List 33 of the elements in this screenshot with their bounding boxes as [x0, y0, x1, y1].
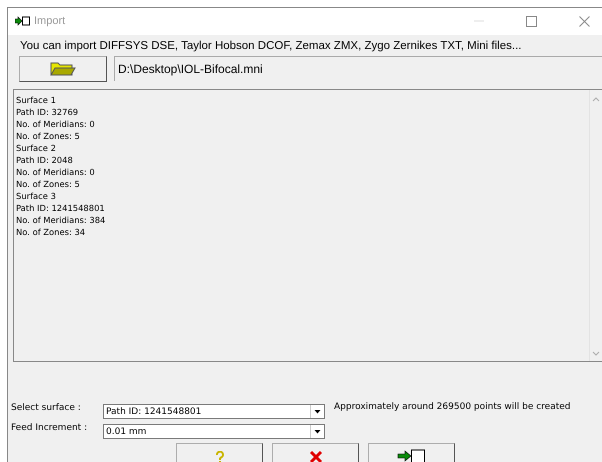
log-line: Surface 3: [16, 190, 56, 202]
file-path-field[interactable]: D:\Desktop\IOL-Bifocal.mni: [114, 56, 602, 81]
close-icon[interactable]: [579, 16, 590, 27]
log-line: No. of Zones: 34: [16, 226, 86, 238]
log-line: Path ID: 1241548801: [16, 202, 105, 214]
help-icon: [214, 451, 224, 462]
open-file-button[interactable]: [19, 56, 107, 82]
log-line: No. of Zones: 5: [16, 130, 80, 142]
scroll-down-icon[interactable]: [590, 351, 602, 357]
help-button[interactable]: [176, 443, 263, 462]
cancel-button[interactable]: [272, 443, 359, 462]
feed-increment-dropdown[interactable]: 0.01 mm: [103, 424, 325, 439]
maximize-icon[interactable]: [526, 16, 537, 27]
log-line: Surface 2: [16, 142, 56, 154]
points-note: Approximately around 269500 points will be created: [334, 402, 572, 412]
select-surface-dropdown[interactable]: Path ID: 1241548801: [103, 404, 325, 419]
window-title: Import: [34, 15, 66, 28]
log-line: No. of Meridians: 384: [16, 214, 106, 226]
scroll-up-icon[interactable]: [590, 96, 602, 102]
import-icon: [15, 16, 30, 26]
feed-increment-label: Feed Increment :: [11, 423, 88, 433]
cancel-icon: [308, 451, 322, 462]
log-line: Path ID: 2048: [16, 154, 73, 166]
log-line: Path ID: 32769: [16, 106, 78, 118]
info-text: You can import DIFFSYS DSE, Taylor Hobson DCOF, Zemax ZMX, Zygo Zernikes TXT, Mini files...: [20, 40, 522, 52]
select-surface-label: Select surface :: [11, 403, 82, 413]
import-icon: [396, 449, 426, 462]
folder-icon: [50, 62, 76, 76]
log-line: No. of Zones: 5: [16, 178, 80, 190]
import-button[interactable]: [368, 443, 455, 462]
log-line: No. of Meridians: 0: [16, 118, 95, 130]
log-line: Surface 1: [16, 94, 56, 106]
log-line: No. of Meridians: 0: [16, 166, 95, 178]
